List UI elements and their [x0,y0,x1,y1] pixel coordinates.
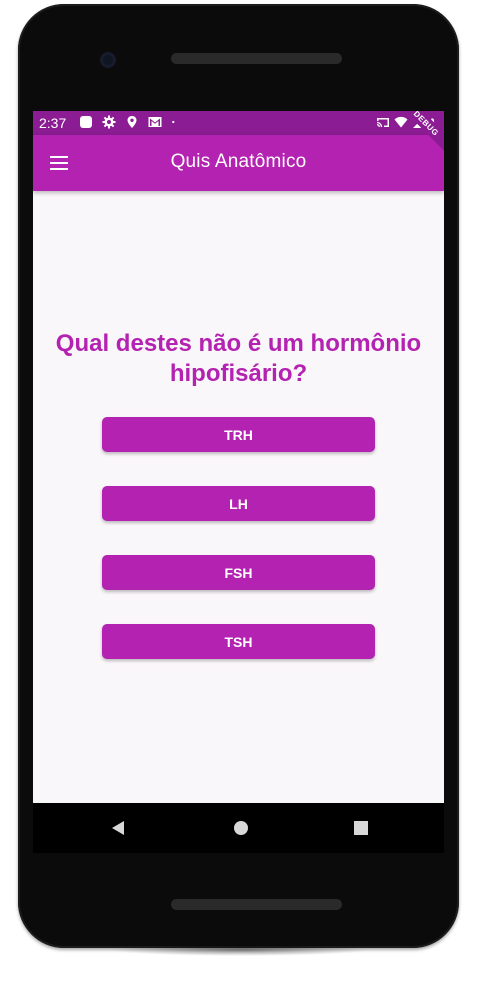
notification-square-icon [80,116,92,128]
gmail-icon [148,117,162,127]
app-bar: Quis Anatômico [33,135,444,191]
answer-button-tsh[interactable]: TSH [102,624,375,659]
settings-gear-icon [102,115,116,129]
location-pin-icon [127,116,137,128]
quiz-question: Qual destes não é um hormônio hipofisári… [55,330,422,387]
bottom-speaker [171,899,342,910]
status-time: 2:37 [39,115,67,131]
recents-square-icon[interactable] [351,818,371,838]
cast-icon [376,118,389,128]
dot-icon [172,120,175,124]
status-bar: 2:37 [33,111,444,135]
device-screen: 2:37 Quis Anatômico DEBUG Qual destes nã… [33,111,444,840]
status-notification-icons [79,115,179,129]
wifi-icon [394,116,408,128]
phone-shadow [110,944,370,956]
app-title: Quis Anatômico [170,151,307,172]
top-speaker [171,53,342,64]
answer-button-lh[interactable]: LH [102,486,375,521]
android-nav-bar [33,803,444,853]
back-triangle-icon[interactable] [109,818,129,838]
answer-button-trh[interactable]: TRH [102,417,375,452]
answer-button-fsh[interactable]: FSH [102,555,375,590]
front-camera [100,52,116,68]
home-circle-icon[interactable] [231,818,251,838]
